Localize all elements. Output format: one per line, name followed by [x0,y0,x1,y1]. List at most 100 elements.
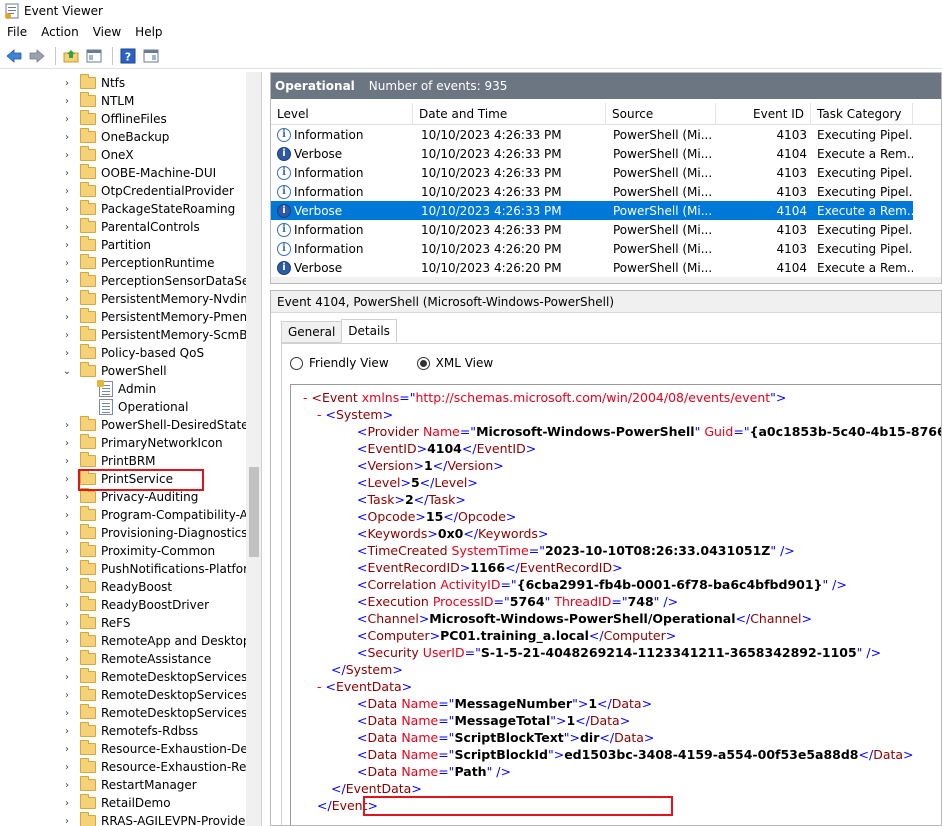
expand-chevron-icon[interactable]: › [62,510,72,521]
console-tree[interactable]: › Ntfs › NTLM › OfflineFiles › OneBackup › OneX › O… [0,72,262,826]
tree-item[interactable]: › PushNotifications-Platform [62,560,260,578]
tree-item[interactable]: › Provisioning-Diagnostics-P [62,524,259,542]
expand-chevron-icon[interactable]: ⌄ [62,366,72,377]
tree-item[interactable]: › OtpCredentialProvider [62,182,234,200]
tree-item[interactable]: › Policy-based QoS [62,344,204,362]
tree-scroll-thumb[interactable] [249,467,259,557]
expand-chevron-icon[interactable]: › [62,528,72,539]
tree-item[interactable]: › OOBE-Machine-DUI [62,164,216,182]
menu-help[interactable]: Help [128,25,169,39]
expand-chevron-icon[interactable]: › [62,600,72,611]
expand-chevron-icon[interactable]: › [62,672,72,683]
tree-item[interactable]: › PowerShell-DesiredStateCo [62,416,261,434]
event-row[interactable]: i Verbose 10/10/2023 4:26:33 PM PowerShell … [271,144,913,163]
expand-chevron-icon[interactable]: › [62,78,72,89]
menu-file[interactable]: File [0,25,34,39]
tree-item[interactable]: › Program-Compatibility-Ass [62,506,260,524]
show-action-pane-button[interactable] [141,46,161,66]
tree-scrollbar[interactable] [246,72,261,826]
tree-item[interactable]: › PersistentMemory-PmemD [62,308,261,326]
forward-button[interactable] [27,46,47,66]
expand-chevron-icon[interactable]: › [62,114,72,125]
expand-chevron-icon[interactable]: › [62,690,72,701]
tree-item[interactable]: › PersistentMemory-Nvdimm [62,290,261,308]
expand-chevron-icon[interactable]: › [62,420,72,431]
tree-item[interactable]: › OneX [62,146,134,164]
tree-item[interactable]: › RestartManager [62,776,197,794]
event-row[interactable]: i Verbose 10/10/2023 4:26:33 PM PowerShell … [271,201,913,220]
tree-item[interactable]: › RemoteAssistance [62,650,211,668]
tree-item[interactable]: › OneBackup [62,128,169,146]
show-hide-tree-button[interactable] [84,46,104,66]
expand-chevron-icon[interactable]: › [62,438,72,449]
tree-item[interactable]: › ReadyBoost [62,578,172,596]
expand-chevron-icon[interactable]: › [62,780,72,791]
expand-chevron-icon[interactable]: › [62,744,72,755]
expand-chevron-icon[interactable]: › [62,348,72,359]
expand-chevron-icon[interactable]: › [62,96,72,107]
column-source[interactable]: Source [606,103,716,125]
event-row[interactable]: i Information 10/10/2023 4:26:33 PM PowerSh… [271,182,913,201]
xml-view-box[interactable]: - <Event xmlns="http://schemas.microsoft… [290,384,941,825]
tree-item[interactable]: › ReadyBoostDriver [62,596,209,614]
expand-chevron-icon[interactable]: › [62,294,72,305]
tree-item[interactable]: › Ntfs [62,74,125,92]
expand-chevron-icon[interactable]: › [62,654,72,665]
tree-item[interactable]: › PersistentMemory-ScmBus [62,326,261,344]
column-date-time[interactable]: Date and Time [413,103,606,125]
help-button[interactable]: ? [118,46,138,66]
tree-item[interactable]: › RemoteDesktopServices-Re [62,686,261,704]
expand-chevron-icon[interactable]: › [62,492,72,503]
tree-item[interactable]: › NTLM [62,92,134,110]
tree-item[interactable]: › Resource-Exhaustion-Detec [62,740,261,758]
menu-view[interactable]: View [86,25,128,39]
tree-item[interactable]: › ReFS [62,614,131,632]
expand-chevron-icon[interactable]: › [62,708,72,719]
event-row[interactable]: i Information 10/10/2023 4:26:33 PM PowerSh… [271,220,913,239]
menu-action[interactable]: Action [34,25,86,39]
event-row[interactable]: i Information 10/10/2023 4:26:33 PM PowerSh… [271,163,913,182]
tree-item[interactable]: › RemoteDesktopServices-Se [62,704,261,722]
expand-chevron-icon[interactable]: › [62,330,72,341]
expand-chevron-icon[interactable]: › [62,564,72,575]
tree-item[interactable]: Admin [97,380,156,398]
tree-item[interactable]: › RemoteApp and Desktop C [62,632,261,650]
event-row[interactable]: i Information 10/10/2023 4:26:20 PM PowerSh… [271,239,913,258]
tab-details[interactable]: Details [341,319,397,343]
expand-chevron-icon[interactable]: › [62,762,72,773]
column-task-category[interactable]: Task Category [811,103,913,125]
tree-item[interactable]: › Proximity-Common [62,542,215,560]
expand-chevron-icon[interactable]: › [62,312,72,323]
expand-chevron-icon[interactable]: › [62,816,72,826]
tree-item[interactable]: Operational [99,398,188,416]
expand-chevron-icon[interactable]: › [62,168,72,179]
events-hscrollbar[interactable] [271,277,941,283]
event-row[interactable]: i Information 10/10/2023 4:26:33 PM PowerSh… [271,125,913,144]
tree-item[interactable]: › PackageStateRoaming [62,200,235,218]
events-grid[interactable]: Level Date and Time Source Event ID Task… [271,103,941,277]
expand-chevron-icon[interactable]: › [62,474,72,485]
expand-chevron-icon[interactable]: › [62,546,72,557]
tab-general[interactable]: General [281,321,343,343]
expand-chevron-icon[interactable]: › [62,456,72,467]
tree-item[interactable]: › RetailDemo [62,794,171,812]
tree-item[interactable]: › Resource-Exhaustion-Resol [62,758,261,776]
expand-chevron-icon[interactable]: › [62,186,72,197]
expand-chevron-icon[interactable]: › [62,132,72,143]
friendly-view-label[interactable]: Friendly View [309,356,389,370]
column-event-id[interactable]: Event ID [716,103,811,125]
expand-chevron-icon[interactable]: › [62,582,72,593]
tree-item[interactable]: › PrintBRM [62,452,156,470]
tree-item[interactable]: › Partition [62,236,151,254]
event-row[interactable]: i Verbose 10/10/2023 4:26:20 PM PowerShell … [271,258,913,277]
expand-chevron-icon[interactable]: › [62,276,72,287]
expand-chevron-icon[interactable]: › [62,222,72,233]
up-folder-button[interactable] [61,46,81,66]
tree-item[interactable]: › PerceptionRuntime [62,254,215,272]
tree-item[interactable]: › RRAS-AGILEVPN-Provider [62,812,250,826]
xml-view-label[interactable]: XML View [436,356,494,370]
tree-item[interactable]: › Remotefs-Rdbss [62,722,198,740]
expand-chevron-icon[interactable]: › [62,726,72,737]
tree-item[interactable]: › PrimaryNetworkIcon [62,434,223,452]
tree-item[interactable]: › PerceptionSensorDataServic [62,272,261,290]
